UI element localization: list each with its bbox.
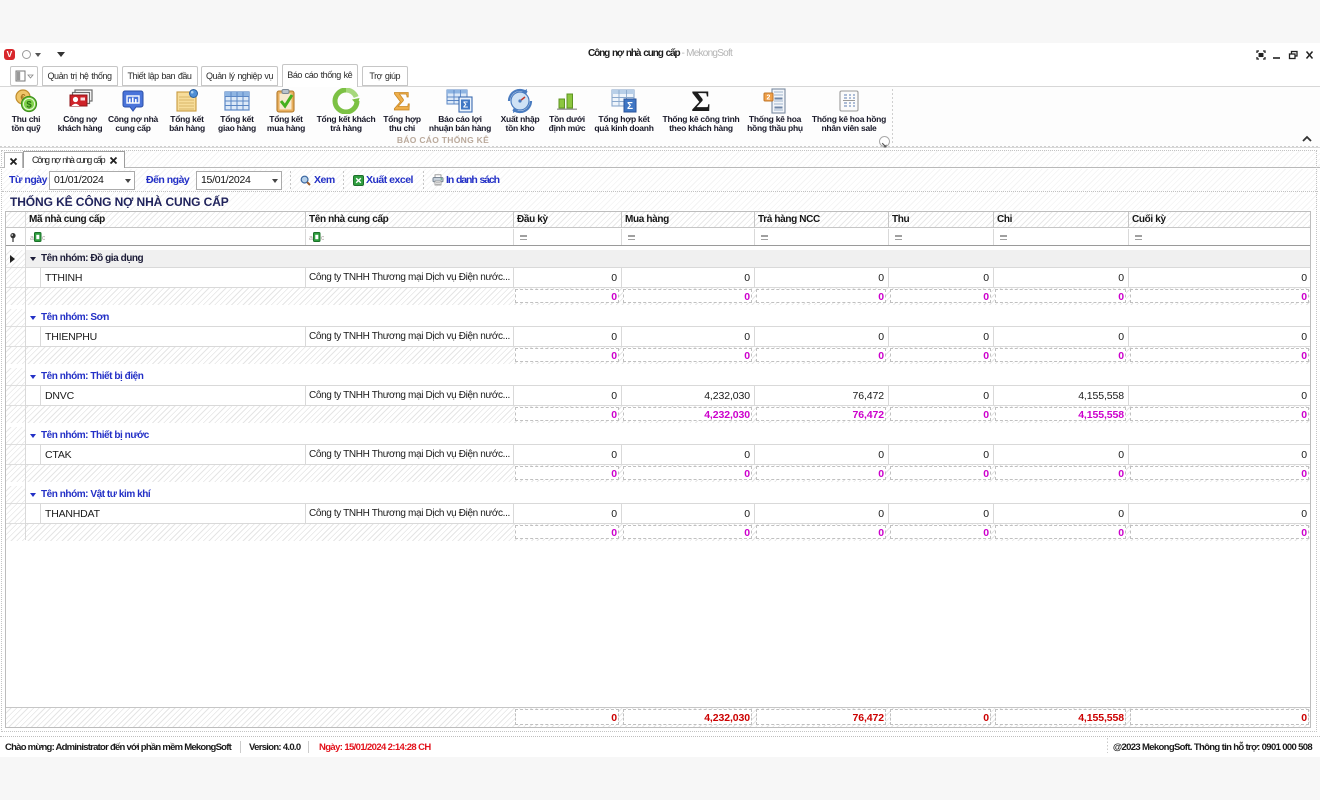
svg-text:c: c	[42, 235, 45, 242]
svg-text:a: a	[30, 235, 34, 242]
svg-text:2: 2	[767, 95, 771, 102]
svg-text:c: c	[321, 235, 324, 242]
svg-text:a: a	[309, 235, 313, 242]
svg-text:Σ: Σ	[691, 86, 711, 116]
svg-text:Σ: Σ	[463, 100, 468, 110]
